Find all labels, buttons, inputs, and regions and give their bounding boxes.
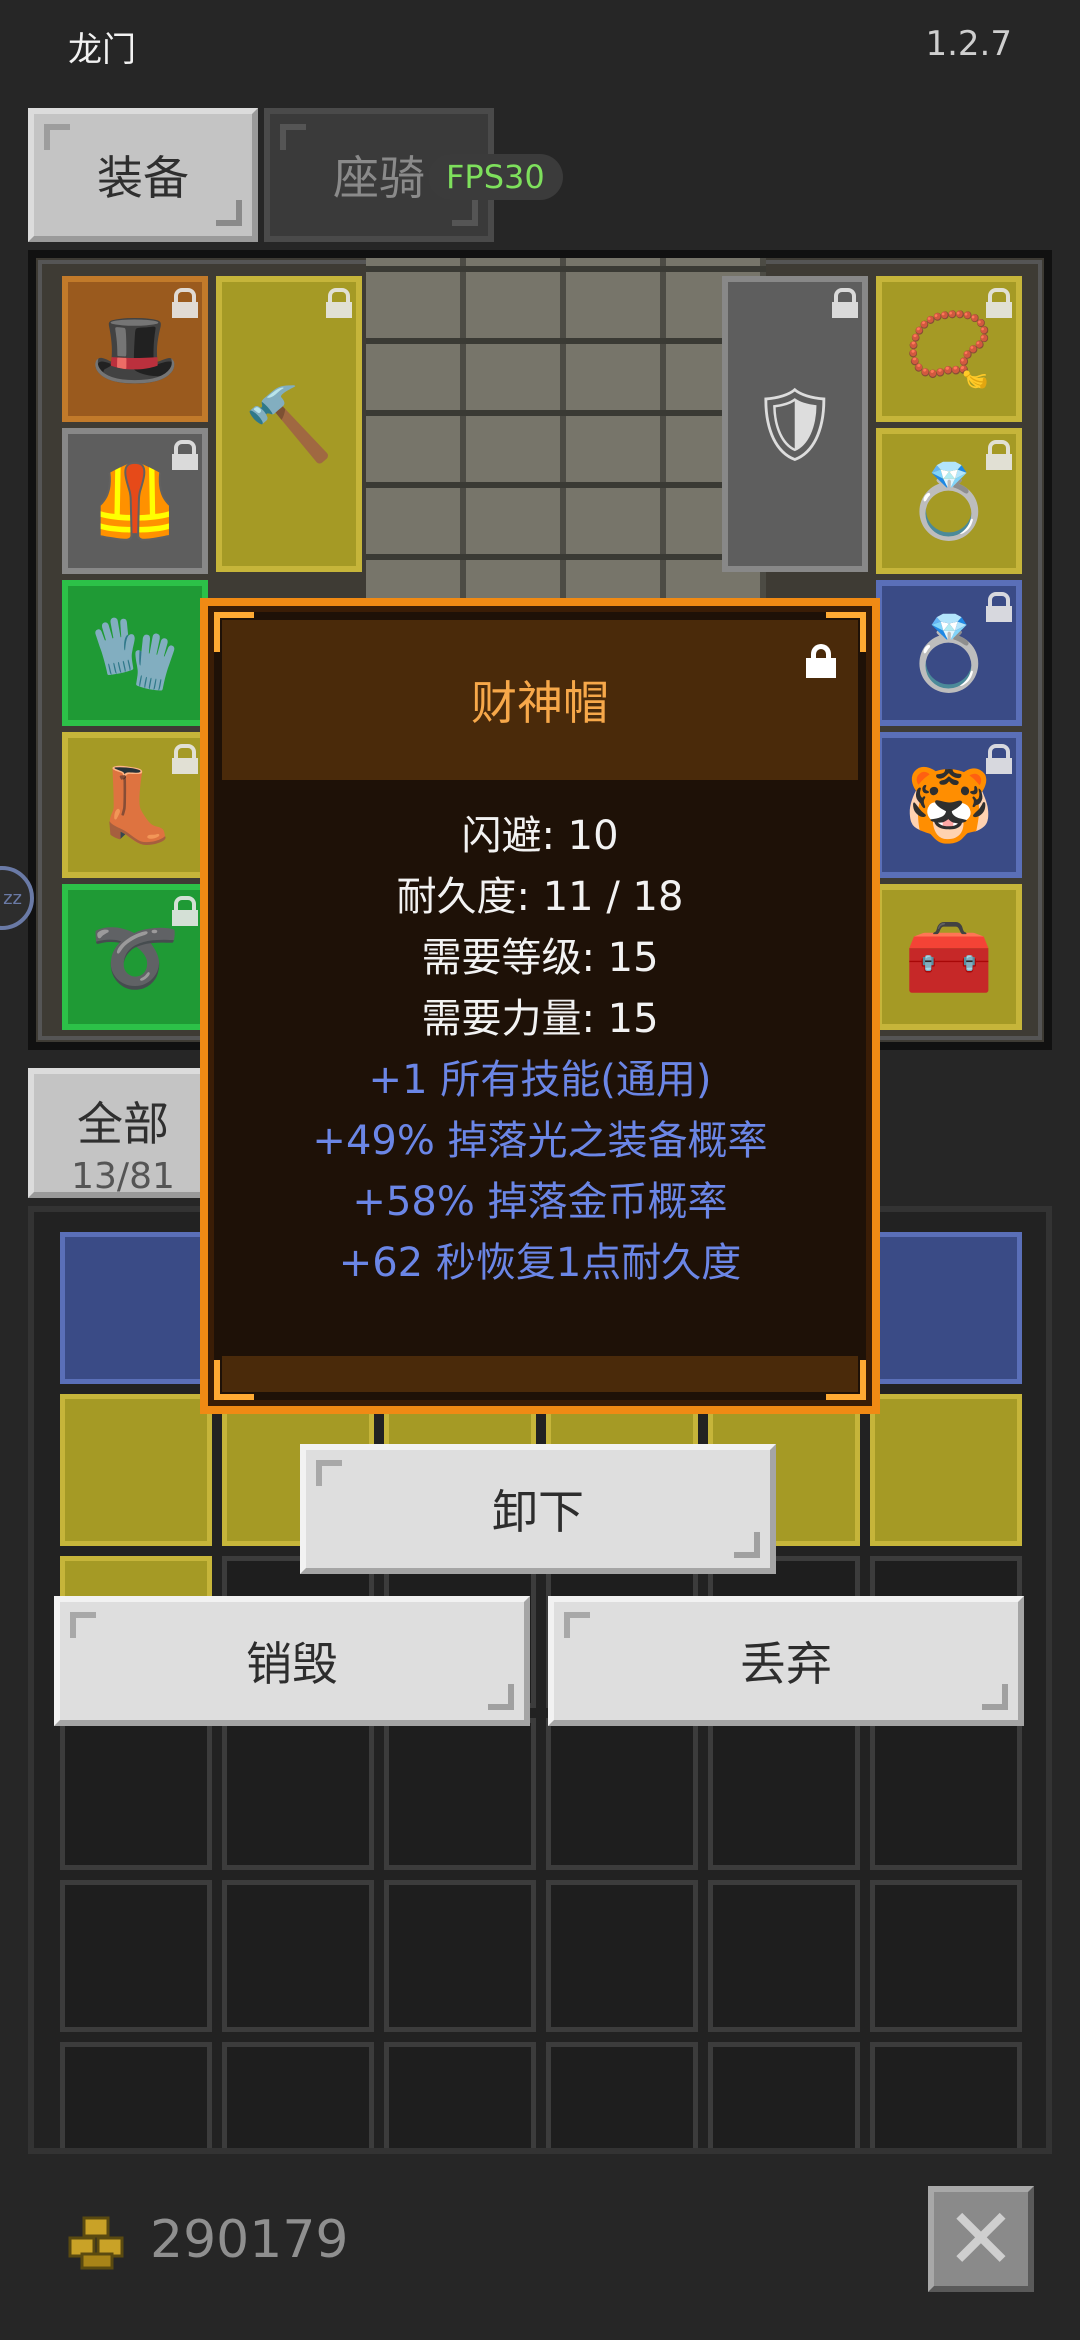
inventory-slot[interactable] xyxy=(546,1880,698,2032)
lock-icon xyxy=(986,744,1012,774)
inventory-slot[interactable] xyxy=(60,1880,212,2032)
amulet-icon: 📿 xyxy=(904,307,994,391)
armor-icon: 🦺 xyxy=(90,459,180,543)
corner-decoration xyxy=(734,1532,760,1558)
corner-decoration xyxy=(316,1460,342,1486)
inventory-slot[interactable] xyxy=(222,2042,374,2148)
weapon-icon: 🔨 xyxy=(244,382,334,466)
gold-coins-icon xyxy=(68,2216,124,2270)
equip-slot-weapon[interactable]: 🔨 xyxy=(216,276,362,572)
inventory-slot[interactable] xyxy=(60,1718,212,1870)
unequip-label: 卸下 xyxy=(492,1485,584,1539)
app-title: 龙门 xyxy=(68,30,136,70)
inventory-slot[interactable] xyxy=(708,2042,860,2148)
equip-slot-belt[interactable]: ➰ xyxy=(62,884,208,1030)
equip-slot-ring-1[interactable]: 💍 xyxy=(876,428,1022,574)
lock-icon xyxy=(326,288,352,318)
inventory-slot[interactable] xyxy=(222,1718,374,1870)
ring-blue-icon: 💍 xyxy=(904,459,994,543)
corner-decoration xyxy=(564,1612,590,1638)
corner-decoration xyxy=(452,200,478,226)
equip-slot-charm[interactable]: 🐯 xyxy=(876,732,1022,878)
inventory-slot[interactable] xyxy=(546,2042,698,2148)
bonus-gold-drop: +58% 掉落金币概率 xyxy=(352,1179,728,1225)
inventory-slot[interactable] xyxy=(222,1880,374,2032)
lock-icon xyxy=(172,288,198,318)
inventory-slot[interactable] xyxy=(870,2042,1022,2148)
corner-decoration xyxy=(44,124,70,150)
equip-slot-gloves[interactable]: 🧤 xyxy=(62,580,208,726)
belt-icon: ➰ xyxy=(90,915,180,999)
corner-decoration xyxy=(488,1684,514,1710)
gold-amount: 290179 xyxy=(150,2210,349,2270)
lock-icon xyxy=(986,592,1012,622)
stat-dodge: 闪避: 10 xyxy=(461,813,619,859)
inventory-slot[interactable] xyxy=(870,1394,1022,1546)
tab-label: 座骑 xyxy=(333,151,425,205)
stat-required-level: 需要等级: 15 xyxy=(421,935,659,981)
equip-slot-body[interactable]: 🦺 xyxy=(62,428,208,574)
inventory-slot[interactable] xyxy=(708,1718,860,1870)
corner-decoration xyxy=(280,124,306,150)
discard-label: 丢弃 xyxy=(740,1637,832,1691)
item-stats: 闪避: 10 耐久度: 11 / 18 需要等级: 15 需要力量: 15 +1… xyxy=(208,806,872,1294)
lock-icon xyxy=(832,288,858,318)
lock-icon xyxy=(172,896,198,926)
equip-slot-amulet[interactable]: 📿 xyxy=(876,276,1022,422)
inventory-slot[interactable] xyxy=(870,1232,1022,1384)
lock-icon xyxy=(986,288,1012,318)
bonus-durability-regen: +62 秒恢复1点耐久度 xyxy=(338,1240,742,1286)
boots-icon: 👢 xyxy=(90,763,180,847)
lock-icon xyxy=(986,440,1012,470)
ring-green-icon: 💍 xyxy=(904,611,994,695)
inventory-slot[interactable] xyxy=(384,1880,536,2032)
lock-icon xyxy=(172,744,198,774)
lock-icon xyxy=(172,440,198,470)
close-button[interactable]: ✕ xyxy=(928,2186,1034,2292)
discard-button[interactable]: 丢弃 xyxy=(548,1596,1024,1726)
tooltip-footer xyxy=(222,1356,858,1392)
destroy-label: 销毁 xyxy=(246,1637,338,1691)
equip-slot-head[interactable]: 🎩 xyxy=(62,276,208,422)
corner-decoration xyxy=(982,1684,1008,1710)
close-icon: ✕ xyxy=(945,2190,1017,2288)
tab-label: 装备 xyxy=(97,151,189,205)
unequip-button[interactable]: 卸下 xyxy=(300,1444,776,1574)
inventory-slot[interactable] xyxy=(60,1394,212,1546)
lock-icon[interactable] xyxy=(806,644,836,678)
tab-equipment[interactable]: 装备 xyxy=(28,108,258,242)
inventory-slot[interactable] xyxy=(870,1880,1022,2032)
gauntlet-icon: 🧤 xyxy=(90,611,180,695)
item-name: 财神帽 xyxy=(471,676,609,730)
inventory-slot[interactable] xyxy=(60,2042,212,2148)
inventory-slot[interactable] xyxy=(60,1232,212,1384)
stat-required-strength: 需要力量: 15 xyxy=(421,996,659,1042)
version-label: 1.2.7 xyxy=(925,24,1012,64)
equip-slot-offhand[interactable]: 🛡 xyxy=(722,276,868,572)
category-label: 全部 xyxy=(77,1097,169,1151)
item-tooltip: 财神帽 闪避: 10 耐久度: 11 / 18 需要等级: 15 需要力量: 1… xyxy=(200,598,880,1414)
fps-counter: FPS30 xyxy=(428,154,563,200)
hat-icon: 🎩 xyxy=(90,307,180,391)
inventory-slot[interactable] xyxy=(870,1718,1022,1870)
category-count: 13/81 xyxy=(71,1156,175,1197)
stat-durability: 耐久度: 11 / 18 xyxy=(396,874,684,920)
bonus-light-gear-drop: +49% 掉落光之装备概率 xyxy=(312,1118,768,1164)
mount-charm-icon: 🐯 xyxy=(904,763,994,847)
corner-decoration xyxy=(216,200,242,226)
destroy-button[interactable]: 销毁 xyxy=(54,1596,530,1726)
inventory-slot[interactable] xyxy=(546,1718,698,1870)
inventory-slot[interactable] xyxy=(708,1880,860,2032)
chest-icon: 🧰 xyxy=(904,915,994,999)
equip-slot-boots[interactable]: 👢 xyxy=(62,732,208,878)
shield-icon: 🛡 xyxy=(749,382,841,466)
equip-slot-ring-2[interactable]: 💍 xyxy=(876,580,1022,726)
tooltip-header: 财神帽 xyxy=(222,620,858,780)
inventory-slot[interactable] xyxy=(384,2042,536,2148)
bonus-all-skills: +1 所有技能(通用) xyxy=(368,1057,712,1103)
corner-decoration xyxy=(70,1612,96,1638)
category-tab-all[interactable]: 全部 13/81 xyxy=(28,1068,218,1198)
inventory-slot[interactable] xyxy=(384,1718,536,1870)
equip-slot-chest[interactable]: 🧰 xyxy=(876,884,1022,1030)
